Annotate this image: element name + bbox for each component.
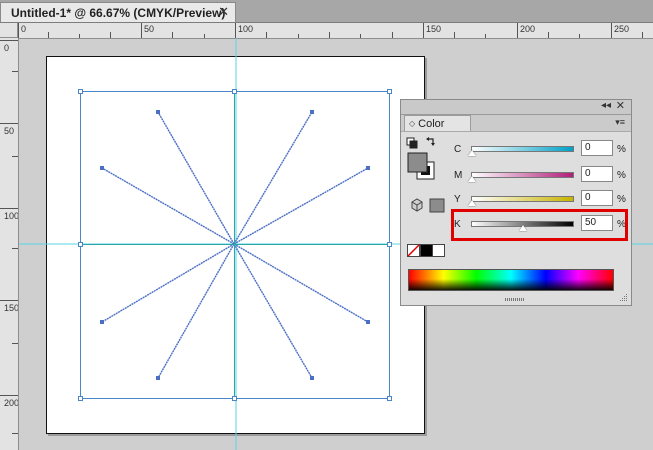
tab-color-label: Color — [418, 117, 445, 130]
gamut-controls — [411, 198, 445, 213]
selection-bounding-box[interactable] — [80, 91, 390, 399]
gamut-swatch[interactable] — [429, 198, 445, 213]
magenta-input[interactable]: 0 — [581, 166, 613, 182]
cyan-input[interactable]: 0 — [581, 140, 613, 156]
tab-options-icon: ◇ — [409, 119, 416, 128]
white-swatch[interactable] — [432, 244, 445, 257]
cyan-unit: % — [617, 144, 626, 155]
swap-fill-stroke-icon[interactable] — [426, 137, 435, 146]
panel-menu-icon[interactable]: ▾≡ — [615, 117, 625, 128]
yellow-slider-thumb[interactable] — [468, 200, 476, 206]
fill-stroke-controls — [406, 137, 435, 180]
quick-swatches — [407, 244, 445, 257]
out-of-web-gamut-icon[interactable] — [411, 198, 423, 212]
cyan-slider[interactable] — [471, 146, 574, 152]
collapse-panel-icon[interactable]: ◂◂ — [601, 100, 611, 111]
close-panel-icon[interactable]: ✕ — [616, 99, 625, 112]
cyan-label: C — [454, 144, 462, 155]
magenta-unit: % — [617, 170, 626, 181]
yellow-label: Y — [454, 194, 461, 205]
magenta-label: M — [454, 170, 463, 181]
default-colors-icon[interactable] — [406, 137, 418, 149]
fill-swatch[interactable] — [407, 152, 428, 173]
panel-tab-row: ◇ Color ▾≡ — [401, 115, 631, 132]
none-swatch-icon[interactable] — [407, 244, 420, 257]
color-panel: ◂◂ ✕ ◇ Color ▾≡ C 0 % M 0 % Y 0 % K 50 % — [400, 99, 632, 306]
color-spectrum[interactable] — [408, 269, 614, 291]
yellow-slider[interactable] — [471, 196, 574, 202]
yellow-unit: % — [617, 194, 626, 205]
tab-color[interactable]: ◇ Color — [404, 115, 471, 131]
yellow-input[interactable]: 0 — [581, 190, 613, 206]
resize-grip-icon[interactable] — [620, 294, 629, 303]
magenta-slider-thumb[interactable] — [468, 176, 476, 182]
panel-grip-icon[interactable] — [505, 298, 527, 302]
panel-title-bar[interactable]: ◂◂ ✕ — [401, 100, 631, 115]
magenta-slider[interactable] — [471, 172, 574, 178]
k-row-highlight — [451, 209, 628, 241]
cyan-slider-thumb[interactable] — [468, 150, 476, 156]
black-swatch[interactable] — [420, 244, 433, 257]
